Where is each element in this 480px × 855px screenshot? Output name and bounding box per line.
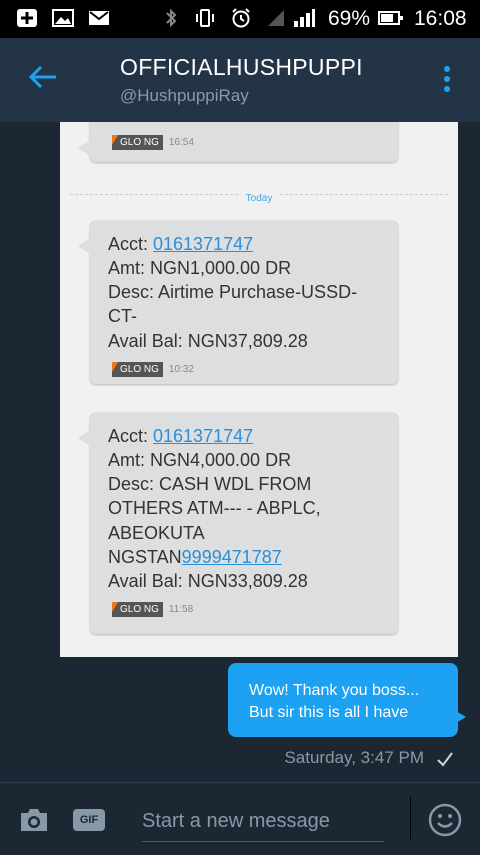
- vibrate-icon: [196, 9, 214, 27]
- contact-name: OFFICIALHUSHPUPPI: [120, 54, 363, 80]
- day-divider: Today: [60, 188, 458, 206]
- camera-icon[interactable]: [18, 807, 50, 833]
- sms-bubble: Acct: 0161371747 Amt: NGN4,000.00 DR Des…: [78, 412, 398, 634]
- sms-bubble-previous: GLO NG 16:54: [78, 122, 398, 162]
- plus-box-icon: [17, 9, 37, 27]
- message-line: But sir this is all I have: [249, 704, 409, 721]
- battery-percent: 69%: [328, 7, 371, 30]
- sms-screenshot-image[interactable]: GLO NG 16:54 Today Acct: 0161371747 Amt:…: [60, 122, 458, 657]
- bluetooth-icon: [166, 8, 177, 28]
- carrier-tag: GLO NG 16:54: [112, 135, 194, 150]
- image-icon: [52, 9, 74, 27]
- emoji-icon[interactable]: [428, 803, 462, 837]
- more-options-icon[interactable]: [440, 64, 454, 94]
- clock: 16:08: [414, 7, 467, 30]
- sent-message-bubble[interactable]: Wow! Thank you boss... But sir this is a…: [228, 663, 466, 737]
- carrier-tag: GLO NG 11:58: [112, 602, 193, 617]
- carrier-tag: GLO NG 10:32: [112, 362, 194, 377]
- checkmark-icon: [437, 752, 453, 767]
- ngstan-number-link[interactable]: 9999471787: [182, 547, 282, 567]
- signal-icon: [294, 9, 315, 27]
- status-bar: 69% 16:08: [0, 0, 480, 38]
- sms-bubble: Acct: 0161371747 Amt: NGN1,000.00 DR Des…: [78, 220, 398, 384]
- battery-icon: [378, 11, 403, 25]
- gif-button[interactable]: GIF: [73, 809, 105, 831]
- message-composer: GIF: [0, 782, 480, 855]
- account-number-link[interactable]: 0161371747: [153, 426, 253, 446]
- message-timestamp: Saturday, 3:47 PM: [284, 748, 424, 767]
- composer-divider: [410, 797, 411, 839]
- conversation-header: OFFICIALHUSHPUPPI @HushpuppiRay: [0, 38, 480, 122]
- message-line: Wow! Thank you boss...: [249, 682, 420, 699]
- mail-icon: [89, 11, 109, 25]
- message-input[interactable]: [142, 801, 384, 842]
- message-list[interactable]: GLO NG 16:54 Today Acct: 0161371747 Amt:…: [0, 122, 480, 782]
- account-number-link[interactable]: 0161371747: [153, 234, 253, 254]
- alarm-icon: [232, 8, 250, 28]
- signal-weak-icon: [268, 10, 284, 26]
- contact-handle: @HushpuppiRay: [120, 86, 249, 105]
- back-arrow-icon[interactable]: [26, 60, 60, 94]
